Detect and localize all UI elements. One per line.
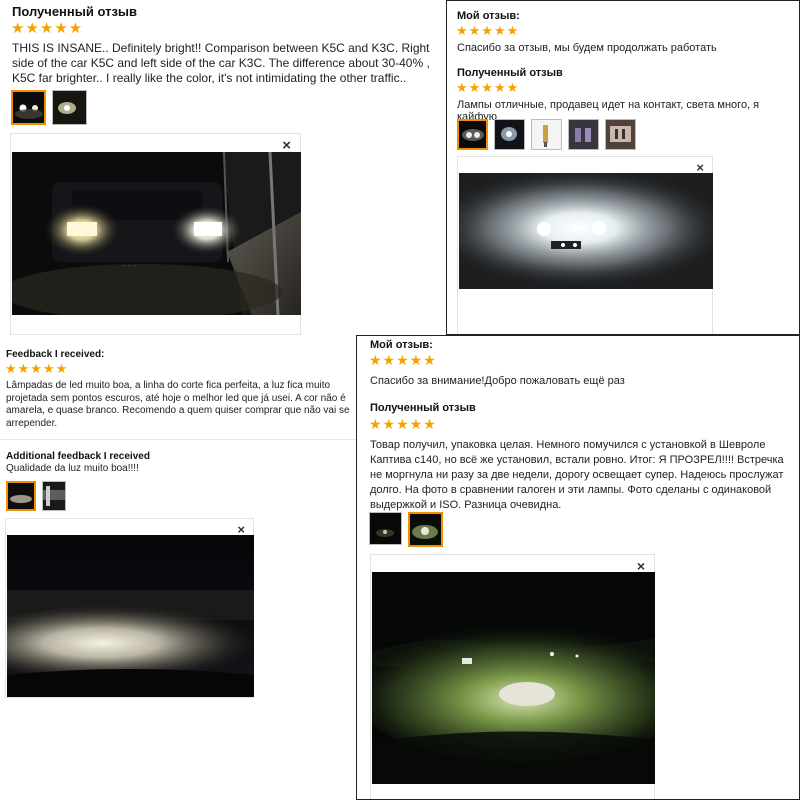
- close-icon[interactable]: ×: [637, 559, 645, 573]
- review-card-captiva: Мой отзыв: ★★★★★ Спасибо за внимание!Доб…: [356, 335, 800, 800]
- divider: [0, 439, 356, 440]
- photo-preview: ×: [457, 156, 713, 334]
- svg-text:- - -: - - -: [122, 261, 136, 270]
- photo-thumbnail-5[interactable]: [605, 119, 636, 150]
- review-card-portuguese: Feedback I received: ★★★★★ Lâmpadas de l…: [0, 335, 356, 800]
- my-review-text: Спасибо за отзыв, мы будем продолжать ра…: [457, 42, 717, 54]
- my-review-heading: Мой отзыв:: [370, 339, 433, 351]
- night-car-headlights-photo: - - -: [12, 152, 301, 315]
- photo-thumbnail-1[interactable]: [11, 90, 46, 125]
- photo-thumbnails: [369, 512, 443, 547]
- photo-thumbnail-3[interactable]: [531, 119, 562, 150]
- photo-thumbnails: [11, 90, 87, 125]
- night-field-lit-photo: [372, 572, 655, 784]
- review-card-k5c: Полученный отзыв ★★★★★ THIS IS INSANE.. …: [0, 0, 446, 335]
- photo-preview: ×: [370, 554, 655, 799]
- rating-stars: ★★★★★: [11, 20, 84, 37]
- photo-thumbnails: [457, 119, 636, 150]
- received-review-heading: Полученный отзыв: [457, 67, 563, 79]
- photo-thumbnail-1[interactable]: [457, 119, 488, 150]
- my-review-heading: Мой отзыв:: [457, 10, 520, 22]
- received-rating-stars: ★★★★★: [456, 80, 520, 95]
- additional-feedback-text: Qualidade da luz muito boa!!!!: [6, 463, 139, 474]
- photo-thumbnail-2[interactable]: [408, 512, 443, 547]
- photo-thumbnail-2[interactable]: [52, 90, 87, 125]
- feedback-received-heading: Feedback I received:: [6, 349, 105, 360]
- received-review-text: Товар получил, упаковка целая. Немного п…: [370, 439, 784, 511]
- received-review-heading: Полученный отзыв: [370, 402, 476, 414]
- my-review-text: Спасибо за внимание!Добро пожаловать ещё…: [370, 375, 625, 387]
- photo-thumbnails: [6, 481, 66, 511]
- night-headlights-beam-photo: [459, 173, 713, 289]
- additional-feedback-heading: Additional feedback I received: [6, 451, 150, 462]
- my-rating-stars: ★★★★★: [456, 23, 520, 38]
- photo-thumbnail-1[interactable]: [369, 512, 402, 545]
- road-beam-pattern-photo: [7, 535, 254, 697]
- photo-thumbnail-4[interactable]: [568, 119, 599, 150]
- review-card-bright-lamps: Мой отзыв: ★★★★★ Спасибо за отзыв, мы бу…: [446, 0, 800, 335]
- review-text: THIS IS INSANE.. Definitely bright!! Com…: [12, 41, 430, 85]
- photo-thumbnail-2[interactable]: [42, 481, 66, 511]
- photo-preview: × - - -: [10, 133, 301, 335]
- photo-preview: ×: [5, 518, 254, 698]
- photo-thumbnail-2[interactable]: [494, 119, 525, 150]
- review-text: Lâmpadas de led muito boa, a linha do co…: [6, 380, 350, 429]
- close-icon[interactable]: ×: [282, 138, 291, 153]
- photo-thumbnail-1[interactable]: [6, 481, 36, 511]
- rating-stars: ★★★★★: [5, 361, 69, 376]
- received-review-heading: Полученный отзыв: [12, 4, 138, 19]
- my-rating-stars: ★★★★★: [369, 352, 437, 368]
- received-rating-stars: ★★★★★: [369, 416, 437, 432]
